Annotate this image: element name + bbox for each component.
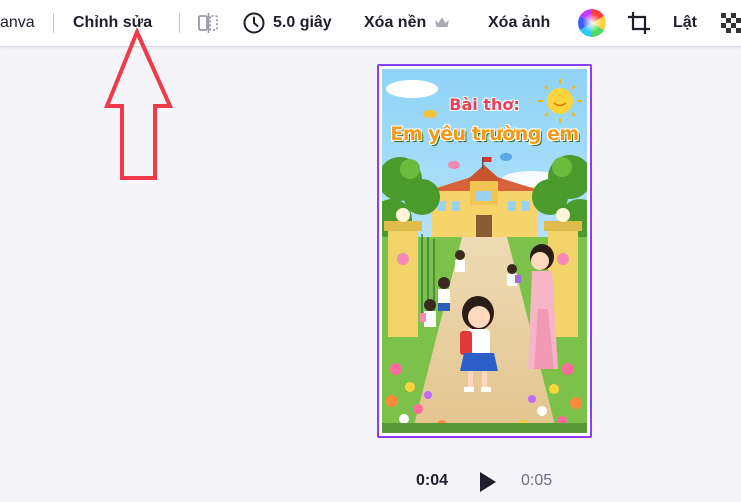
color-button[interactable]: [576, 0, 608, 46]
toolbar-divider: [179, 13, 180, 33]
annotation-arrow-icon: [104, 28, 174, 180]
transparency-button[interactable]: [721, 0, 741, 46]
crown-icon: [434, 16, 450, 30]
current-time: 0:04: [416, 472, 449, 489]
poster-title-line2: Em yêu trường em: [390, 123, 579, 145]
poster-title-line1: Bài thơ:: [449, 95, 520, 114]
duration-label: 5.0 giây: [273, 14, 332, 31]
flip-button[interactable]: Lật: [673, 0, 697, 46]
total-time: 0:05: [521, 472, 553, 489]
crop-button[interactable]: [626, 0, 652, 46]
crop-icon: [626, 10, 652, 36]
selected-image-frame[interactable]: Bài thơ: Em yêu trường em: [377, 64, 592, 438]
clock-icon: [242, 11, 266, 35]
brand-text: anva: [0, 14, 35, 31]
play-icon: [480, 472, 496, 492]
remove-image-label: Xóa ảnh: [488, 14, 551, 31]
playback-controls: 0:04 0:05: [400, 462, 600, 502]
remove-background-label: Xóa nền: [364, 14, 427, 31]
transparency-icon: [721, 13, 741, 33]
duration-button[interactable]: 5.0 giây: [242, 0, 332, 46]
remove-background-button[interactable]: Xóa nền: [364, 0, 450, 46]
color-wheel-icon: [576, 7, 608, 39]
poster-image: Bài thơ: Em yêu trường em: [382, 69, 587, 433]
flip-split-icon: [196, 11, 220, 35]
flip-label: Lật: [673, 14, 697, 31]
remove-image-button[interactable]: Xóa ảnh: [488, 0, 550, 46]
flip-split-button[interactable]: [196, 0, 220, 46]
toolbar-divider: [53, 13, 54, 33]
play-button[interactable]: [476, 470, 498, 494]
